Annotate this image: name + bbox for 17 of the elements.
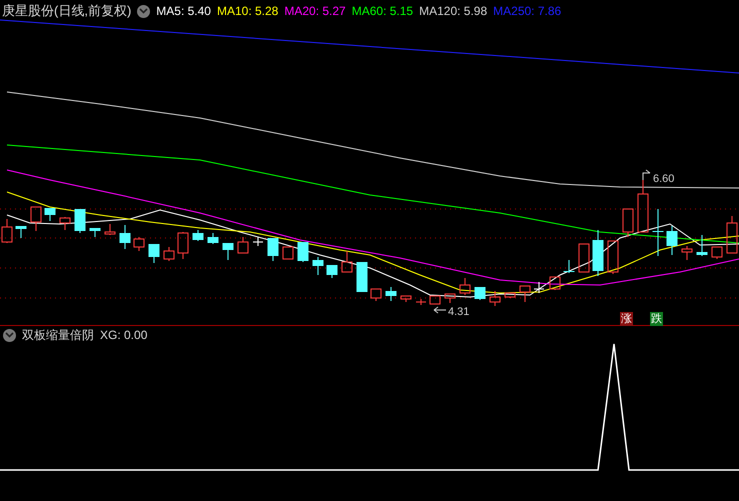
leader-line bbox=[642, 170, 650, 180]
low-price-label: 4.31 bbox=[448, 305, 470, 320]
signal-tag: 跌 bbox=[650, 312, 663, 326]
chevron-down-icon[interactable] bbox=[3, 328, 16, 342]
moving-average-value: MA5: 5.40 bbox=[156, 3, 211, 20]
arrow-icon bbox=[434, 306, 446, 314]
indicator-title: 双板缩量倍阴 bbox=[22, 327, 94, 344]
high-price-label: 6.60 bbox=[653, 172, 674, 187]
signal-tag: 涨 bbox=[620, 312, 633, 326]
chart-title: 庚星股份(日线,前复权) bbox=[2, 2, 132, 20]
moving-average-value: MA250: 7.86 bbox=[493, 3, 562, 20]
indicator-value: XG: 0.00 bbox=[100, 327, 148, 344]
moving-average-value: MA60: 5.15 bbox=[352, 3, 414, 20]
moving-average-value: MA120: 5.98 bbox=[419, 3, 488, 20]
moving-average-value: MA10: 5.28 bbox=[216, 3, 278, 20]
moving-average-value: MA20: 5.27 bbox=[284, 3, 346, 20]
chevron-down-icon[interactable] bbox=[137, 4, 150, 18]
